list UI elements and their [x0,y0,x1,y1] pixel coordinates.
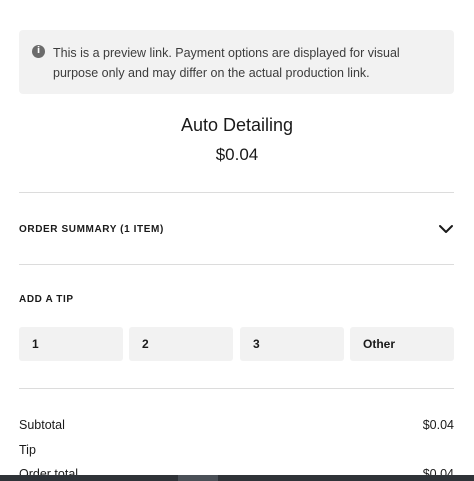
tip-option-other[interactable]: Other [350,327,454,361]
tip-row: Tip [19,443,454,457]
tip-option-1[interactable]: 1 [19,327,123,361]
order-summary-toggle[interactable]: ORDER SUMMARY (1 ITEM) [19,224,164,235]
checkout-page: i This is a preview link. Payment option… [0,0,474,481]
preview-notice-text: This is a preview link. Payment options … [53,46,400,80]
chevron-down-icon[interactable] [438,222,454,236]
scrollbar-thumb[interactable] [178,475,218,481]
divider [19,264,454,265]
subtotal-value: $0.04 [422,418,454,432]
subtotal-row: Subtotal $0.04 [19,418,454,432]
divider [19,388,454,389]
tip-option-3[interactable]: 3 [240,327,344,361]
tip-option-2[interactable]: 2 [129,327,233,361]
tip-options: 1 2 3 Other [19,327,454,361]
bottom-scrollbar[interactable] [0,475,474,481]
add-tip-label: ADD A TIP [19,294,74,305]
tip-total-label: Tip [19,443,36,457]
product-title: Auto Detailing [180,115,294,135]
preview-notice: i This is a preview link. Payment option… [19,30,454,94]
divider [19,192,454,193]
subtotal-label: Subtotal [19,418,65,432]
product-price: $0.04 [215,145,259,164]
info-icon: i [32,45,45,58]
